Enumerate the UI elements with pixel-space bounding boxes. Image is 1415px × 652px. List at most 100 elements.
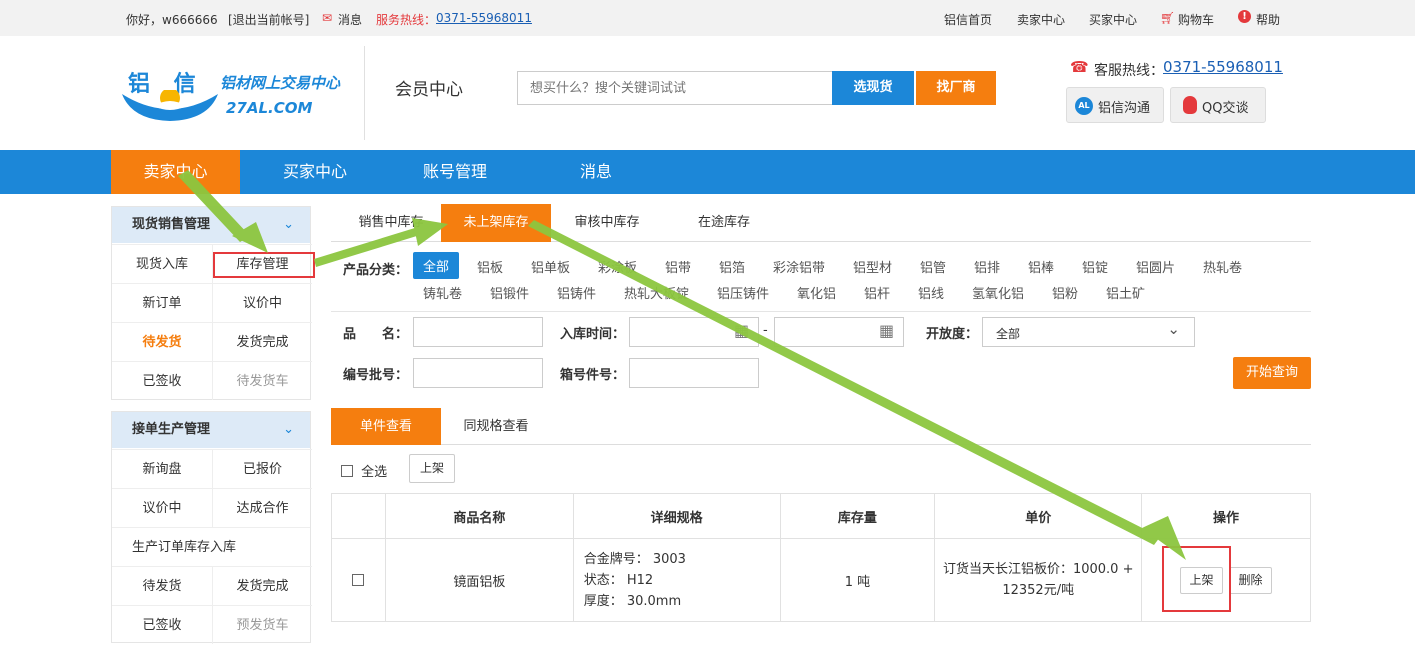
sidebar-item-negotiating[interactable]: 议价中 [212, 283, 312, 322]
category-chip[interactable]: 铝压铸件 [717, 283, 769, 302]
openness-label: 开放度： [926, 327, 979, 342]
category-chip[interactable]: 铝圆片 [1136, 257, 1175, 276]
select-all-label: 全选 [361, 465, 388, 480]
calendar-icon[interactable]: ▦ [734, 321, 749, 340]
filter-divider [331, 311, 1311, 312]
service-number[interactable]: 0371-55968011 [1163, 58, 1283, 76]
sidebar-section-title[interactable]: 接单生产管理 ⌄ [112, 412, 310, 448]
col-price: 单价 [934, 493, 1143, 539]
box-number-input[interactable] [629, 358, 759, 388]
category-chip[interactable]: 氧化铝 [797, 283, 836, 302]
category-chip[interactable]: 热轧大板锭 [624, 283, 689, 302]
start-query-button[interactable]: 开始查询 [1233, 357, 1311, 389]
hotline-number[interactable]: 0371-55968011 [436, 11, 532, 25]
sidebar-item-shipped[interactable]: 发货完成 [212, 566, 312, 605]
category-chip[interactable]: 铝单板 [531, 257, 570, 276]
tab-same-spec-view[interactable]: 同规格查看 [449, 408, 543, 445]
tab-under-review[interactable]: 审核中库存 [557, 204, 657, 242]
category-chip[interactable]: 铝铸件 [557, 283, 596, 302]
top-link-home[interactable]: 铝信首页 [944, 11, 992, 28]
select-all-control[interactable]: 全选 [341, 461, 387, 480]
sidebar-item-cooperation[interactable]: 达成合作 [212, 488, 312, 527]
sidebar-item-signed[interactable]: 已签收 [112, 361, 212, 400]
nav-buyer-center[interactable]: 买家中心 [255, 150, 375, 194]
category-chip[interactable]: 铝排 [974, 257, 1000, 276]
category-chip[interactable]: 铝线 [918, 283, 944, 302]
sidebar-item-negotiating[interactable]: 议价中 [112, 488, 212, 527]
search-goods-button[interactable]: 选现货 [832, 71, 914, 105]
top-link-buyer[interactable]: 买家中心 [1089, 11, 1137, 28]
chevron-down-icon[interactable]: ⌄ [283, 207, 294, 243]
member-center-title: 会员中心 [395, 80, 463, 100]
sidebar-item-to-ship[interactable]: 待发货 [112, 322, 212, 361]
batch-number-input[interactable] [413, 358, 543, 388]
row-delete-button[interactable]: 删除 [1229, 566, 1273, 594]
date-separator: - [763, 323, 768, 338]
chevron-down-icon: ⌄ [1167, 320, 1180, 338]
sidebar-section-title[interactable]: 现货销售管理 ⌄ [112, 207, 310, 243]
message-link[interactable]: 消息 [338, 11, 362, 28]
sidebar-item-spot-inbound[interactable]: 现货入库 [112, 244, 212, 283]
category-chip[interactable]: 彩涂板 [598, 257, 637, 276]
tab-in-transit[interactable]: 在途库存 [674, 204, 774, 242]
cart-icon[interactable]: 🛒︎ [1160, 11, 1175, 25]
site-logo[interactable]: 铝 信 铝材网上交易中心 27AL.COM [120, 64, 350, 124]
sidebar-item-production-inbound[interactable]: 生产订单库存入库 [112, 527, 310, 566]
category-chip[interactable]: 铸轧卷 [423, 283, 462, 302]
sidebar-item-new-orders[interactable]: 新订单 [112, 283, 212, 322]
bulk-shelve-button[interactable]: 上架 [409, 454, 455, 483]
search-input[interactable] [517, 71, 833, 105]
qq-button[interactable]: QQ交谈 [1170, 87, 1266, 123]
sidebar-item-to-ship[interactable]: 待发货 [112, 566, 212, 605]
category-chip[interactable]: 铝杆 [864, 283, 890, 302]
nav-account[interactable]: 账号管理 [395, 150, 515, 194]
top-link-help[interactable]: 帮助 [1256, 11, 1280, 28]
row-checkbox[interactable] [352, 574, 365, 586]
nav-messages[interactable]: 消息 [536, 150, 656, 194]
nav-seller-center[interactable]: 卖家中心 [111, 150, 240, 194]
product-name-label: 品 名： [343, 327, 409, 342]
category-chip[interactable]: 氢氧化铝 [972, 283, 1024, 302]
col-spec: 详细规格 [572, 493, 781, 539]
tab-unlisted[interactable]: 未上架库存 [441, 204, 551, 242]
chat-button[interactable]: AL 铝信沟通 [1066, 87, 1164, 123]
top-link-cart[interactable]: 购物车 [1178, 11, 1214, 28]
product-name-input[interactable] [413, 317, 543, 347]
category-chip[interactable]: 铝锻件 [490, 283, 529, 302]
category-chip[interactable]: 铝管 [920, 257, 946, 276]
logout-link[interactable]: [退出当前帐号] [228, 11, 309, 28]
category-chip[interactable]: 铝棒 [1028, 257, 1054, 276]
greeting-text: 你好，w666666 [126, 13, 218, 27]
batch-number-label: 编号批号： [343, 368, 409, 383]
sidebar-item-ship-cart[interactable]: 待发货车 [212, 361, 312, 400]
category-chip[interactable]: 铝型材 [853, 257, 892, 276]
sidebar-section-label: 接单生产管理 [132, 422, 211, 437]
search-factory-button[interactable]: 找厂商 [916, 71, 996, 105]
help-icon[interactable]: ! [1238, 10, 1251, 23]
row-select-cell [331, 538, 386, 622]
category-chip[interactable]: 铝粉 [1052, 283, 1078, 302]
category-chip[interactable]: 热轧卷 [1203, 257, 1242, 276]
category-chip[interactable]: 铝土矿 [1106, 283, 1145, 302]
sidebar-item-signed[interactable]: 已签收 [112, 605, 212, 644]
sidebar-item-preship-cart[interactable]: 预发货车 [212, 605, 312, 644]
message-icon[interactable]: ✉ [322, 11, 332, 25]
tab-single-view[interactable]: 单件查看 [331, 408, 441, 445]
tab-on-sale[interactable]: 销售中库存 [339, 204, 443, 242]
top-link-seller[interactable]: 卖家中心 [1017, 11, 1065, 28]
category-chip[interactable]: 铝箔 [719, 257, 745, 276]
category-chip[interactable]: 铝锭 [1082, 257, 1108, 276]
calendar-icon[interactable]: ▦ [879, 321, 894, 340]
view-tabs: 单件查看 同规格查看 [331, 408, 1311, 445]
category-chip[interactable]: 铝板 [477, 257, 503, 276]
category-chip-all[interactable]: 全部 [413, 252, 460, 279]
annotation-highlight-shelve [1162, 546, 1231, 612]
chevron-down-icon[interactable]: ⌄ [283, 412, 294, 448]
sidebar-item-shipped[interactable]: 发货完成 [212, 322, 312, 361]
sidebar-item-quoted[interactable]: 已报价 [212, 449, 312, 488]
category-chip[interactable]: 彩涂铝带 [773, 257, 825, 276]
category-chip[interactable]: 铝带 [665, 257, 691, 276]
select-all-checkbox[interactable] [341, 464, 353, 477]
sidebar-item-new-inquiry[interactable]: 新询盘 [112, 449, 212, 488]
openness-select[interactable]: 全部 ⌄ [982, 317, 1195, 347]
